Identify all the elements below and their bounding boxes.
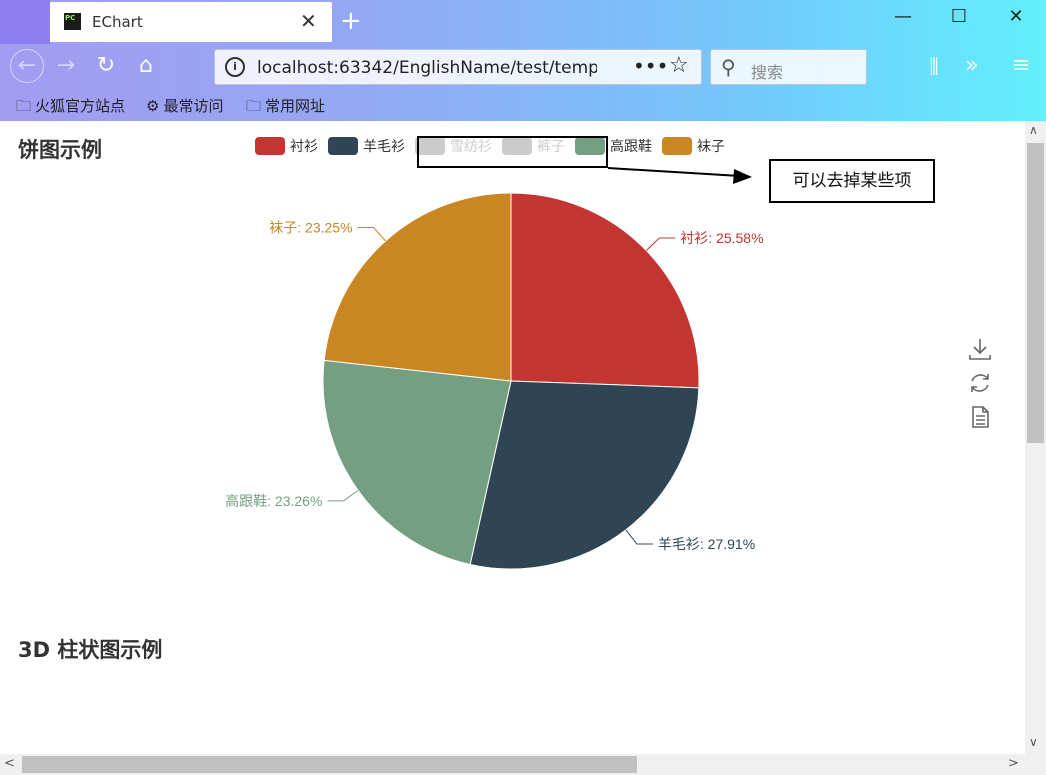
tab-close-icon[interactable]: ✕ — [300, 9, 317, 33]
url-text[interactable]: localhost:63342/EnglishName/test/temp — [257, 58, 597, 78]
bookmark-firefox-site[interactable]: 🗀 火狐官方站点 — [16, 95, 125, 121]
pie-label-line — [625, 529, 653, 545]
search-placeholder: 搜索 — [751, 63, 784, 82]
data-view-icon[interactable] — [966, 403, 994, 431]
restore-icon[interactable] — [966, 369, 994, 397]
pycharm-favicon-icon: PC — [64, 13, 81, 30]
bookmarks-bar: 🗀 火狐官方站点 ⚙ 最常访问 🗀 常用网址 — [0, 90, 1046, 121]
horizontal-scroll-thumb[interactable] — [22, 756, 637, 773]
page-content: 饼图示例 衬衫 羊毛衫 雪纺衫 裤子 高跟鞋 袜子 衬衫: 25.58% 羊毛衫: 27.9… — [0, 121, 1025, 754]
annotation-arrowhead — [733, 169, 752, 184]
url-bar[interactable]: i localhost:63342/EnglishName/test/temp … — [214, 49, 702, 85]
browser-chrome: PC EChart ✕ + — ☐ ✕ ← → ↻ ⌂ i localhost:… — [0, 0, 1046, 121]
folder-icon: 🗀 — [246, 97, 262, 115]
bar3d-section-title: 3D 柱状图示例 — [18, 638, 163, 662]
pie-data-label: 袜子: 23.25% — [269, 220, 352, 236]
close-window-icon[interactable]: ✕ — [1001, 6, 1031, 36]
download-icon[interactable] — [966, 335, 994, 363]
horizontal-scrollbar[interactable]: < > — [0, 754, 1046, 775]
reload-icon[interactable]: ↻ — [90, 50, 122, 82]
scroll-down-icon[interactable]: ∨ — [1029, 735, 1038, 749]
scroll-left-icon[interactable]: < — [4, 756, 15, 771]
bookmark-label: 常用网址 — [265, 97, 326, 115]
new-tab-icon[interactable]: + — [340, 6, 362, 36]
gear-icon: ⚙ — [146, 97, 160, 115]
pie-data-label: 羊毛衫: 27.91% — [658, 536, 755, 552]
back-icon[interactable]: ← — [10, 49, 44, 83]
home-icon[interactable]: ⌂ — [130, 50, 162, 82]
overflow-chevron-icon[interactable]: » — [956, 50, 988, 82]
vertical-scroll-thumb[interactable] — [1027, 143, 1044, 443]
chart-toolbox — [966, 335, 994, 437]
tab-strip-left — [0, 0, 50, 44]
annotation-arrow — [607, 167, 741, 177]
minimize-icon[interactable]: — — [888, 6, 918, 36]
bookmark-label: 火狐官方站点 — [35, 97, 126, 115]
scroll-up-icon[interactable]: ∧ — [1029, 123, 1038, 137]
annotation-note: 可以去掉某些项 — [769, 159, 935, 203]
menu-icon[interactable]: ≡ — [1005, 50, 1037, 82]
bookmark-common-sites[interactable]: 🗀 常用网址 — [246, 95, 325, 121]
bookmark-star-icon[interactable]: ☆ — [669, 53, 689, 78]
pie-label-line — [357, 227, 386, 242]
pie-label-line — [327, 489, 359, 502]
pie-slice[interactable] — [510, 192, 700, 389]
scroll-right-icon[interactable]: > — [1008, 756, 1019, 771]
pie-label-line — [645, 237, 676, 251]
pie-data-label: 高跟鞋: 23.26% — [225, 493, 322, 509]
tab-echart[interactable]: PC EChart ✕ — [50, 2, 332, 42]
search-input[interactable]: ⚲ 搜索 — [710, 49, 867, 85]
tab-title: EChart — [92, 13, 143, 31]
folder-icon: 🗀 — [16, 97, 32, 115]
tab-strip: PC EChart ✕ + — ☐ ✕ — [0, 0, 1046, 44]
bookmark-label: 最常访问 — [163, 97, 224, 115]
page-actions-icon[interactable]: ••• — [633, 54, 668, 78]
site-info-icon[interactable]: i — [225, 57, 245, 77]
forward-icon[interactable]: → — [50, 50, 82, 82]
vertical-scrollbar[interactable]: ∧ ∨ — [1025, 121, 1046, 754]
nav-bar: ← → ↻ ⌂ i localhost:63342/EnglishName/te… — [0, 44, 1046, 90]
library-icon[interactable]: ⫼ — [918, 50, 950, 82]
maximize-icon[interactable]: ☐ — [944, 6, 974, 36]
annotation-highlight-box — [417, 136, 608, 168]
search-icon: ⚲ — [721, 55, 736, 79]
bookmark-most-visited[interactable]: ⚙ 最常访问 — [146, 95, 223, 116]
pie-data-label: 衬衫: 25.58% — [680, 230, 763, 246]
